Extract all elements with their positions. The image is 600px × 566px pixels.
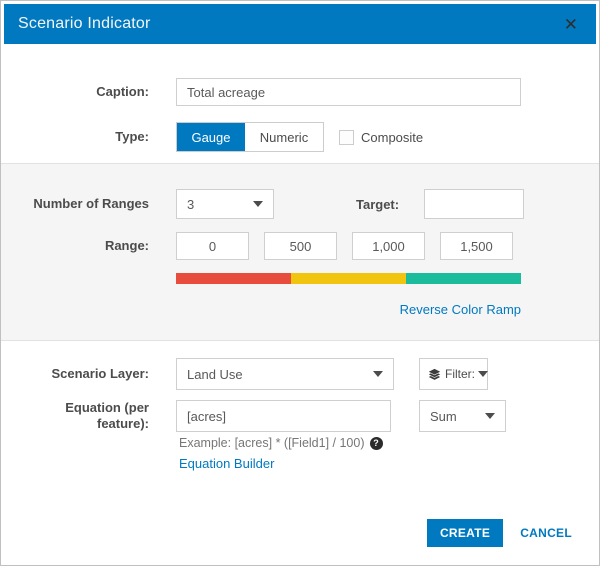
type-row: Type: Gauge Numeric Composite: [1, 122, 599, 152]
cancel-button[interactable]: CANCEL: [520, 526, 572, 540]
reverse-color-ramp-row: Reverse Color Ramp: [176, 301, 521, 319]
number-of-ranges-row: Number of Ranges 3 Target:: [1, 189, 599, 219]
target-input[interactable]: [424, 189, 525, 219]
scenario-layer-dropdown[interactable]: Land Use: [176, 358, 394, 390]
range-label: Range:: [104, 238, 149, 253]
composite-label: Composite: [361, 129, 424, 145]
aggregation-value: Sum: [430, 408, 457, 424]
filter-label: Filter:: [445, 367, 475, 381]
color-ramp: [176, 273, 521, 284]
range-input[interactable]: [440, 232, 513, 260]
caption-input[interactable]: [176, 78, 521, 106]
chevron-down-icon: [373, 371, 383, 377]
scenario-layer-label: Scenario Layer:: [51, 366, 149, 381]
type-option-gauge[interactable]: Gauge: [177, 123, 245, 151]
equation-example-row: Example: [acres] * ([Field1] / 100) ?: [179, 436, 599, 450]
target-label: Target:: [356, 196, 400, 212]
equation-row: Equation (per feature): Sum: [1, 400, 599, 432]
range-input[interactable]: [176, 232, 249, 260]
caption-label: Caption:: [96, 84, 149, 99]
type-label: Type:: [115, 129, 149, 144]
range-input[interactable]: [264, 232, 337, 260]
composite-checkbox[interactable]: [339, 129, 354, 145]
range-row: Range:: [1, 232, 599, 260]
layers-icon: [428, 368, 441, 380]
scenario-layer-row: Scenario Layer: Land Use Filter:: [1, 358, 599, 390]
close-icon[interactable]: ✕: [560, 14, 582, 35]
chevron-down-icon: [253, 201, 263, 207]
equation-label: Equation (per feature):: [65, 400, 149, 431]
filter-button[interactable]: Filter:: [419, 358, 488, 390]
scenario-layer-value: Land Use: [187, 366, 243, 382]
ramp-segment-red: [176, 273, 291, 284]
type-segmented-control: Gauge Numeric: [176, 122, 324, 152]
ramp-segment-green: [406, 273, 521, 284]
type-option-numeric[interactable]: Numeric: [245, 123, 323, 151]
dialog-header: Scenario Indicator ✕: [4, 4, 596, 44]
dialog-footer: CREATE CANCEL: [426, 519, 572, 547]
aggregation-dropdown[interactable]: Sum: [419, 400, 506, 432]
ramp-segment-yellow: [291, 273, 406, 284]
range-input[interactable]: [352, 232, 425, 260]
reverse-color-ramp-link[interactable]: Reverse Color Ramp: [400, 302, 521, 317]
dialog-title: Scenario Indicator: [18, 15, 151, 32]
caption-row: Caption:: [1, 78, 599, 106]
equation-builder-row: Equation Builder: [179, 455, 599, 473]
equation-input[interactable]: [176, 400, 391, 432]
number-of-ranges-dropdown[interactable]: 3: [176, 189, 274, 219]
ranges-section: Number of Ranges 3 Target: Range: Revers…: [1, 163, 599, 341]
help-icon[interactable]: ?: [369, 436, 383, 450]
create-button[interactable]: CREATE: [426, 519, 504, 547]
number-of-ranges-value: 3: [187, 196, 195, 212]
chevron-down-icon: [485, 413, 495, 419]
equation-builder-link[interactable]: Equation Builder: [179, 456, 274, 471]
number-of-ranges-label: Number of Ranges: [33, 196, 149, 211]
equation-example-text: Example: [acres] * ([Field1] / 100): [179, 436, 365, 450]
chevron-down-icon: [478, 371, 488, 377]
scenario-indicator-dialog: Scenario Indicator ✕ Caption: Type: Gaug…: [0, 0, 600, 566]
